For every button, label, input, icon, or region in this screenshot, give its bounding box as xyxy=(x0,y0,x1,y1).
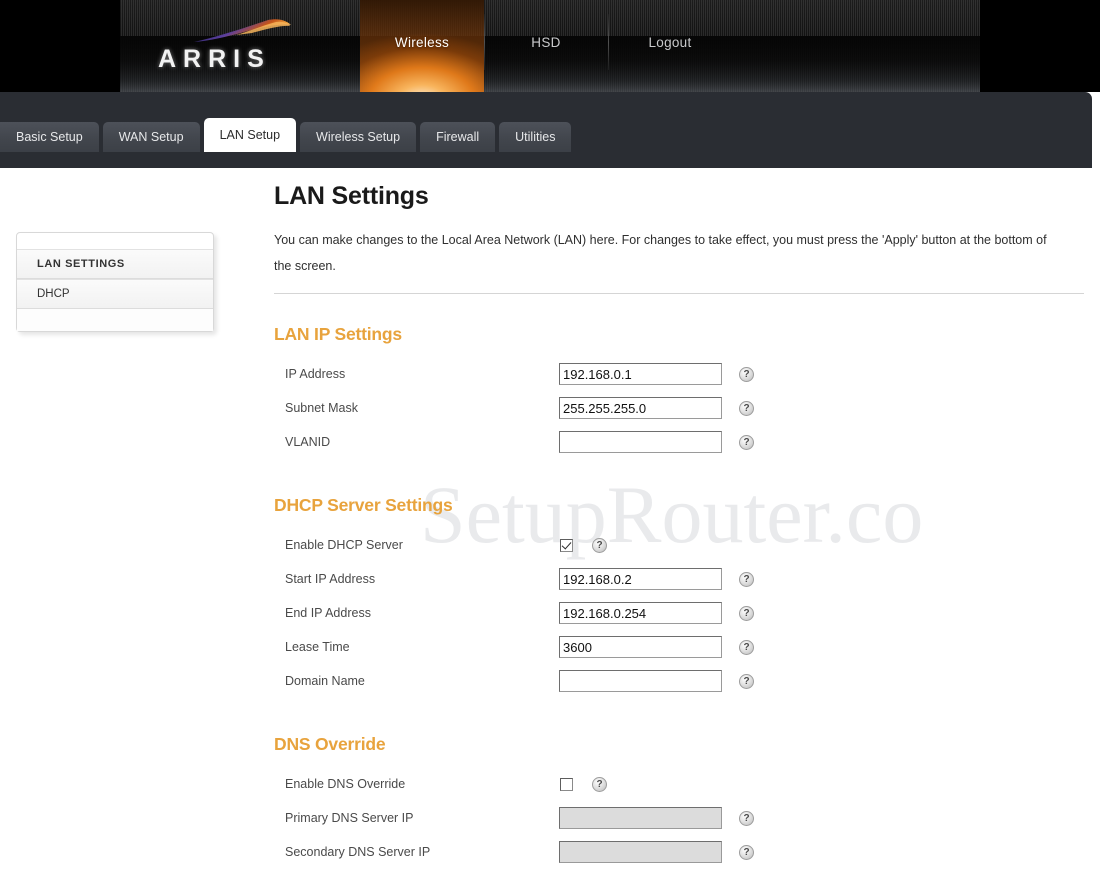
control-primary-dns-server-ip: ? xyxy=(559,807,754,829)
arris-swoosh-icon xyxy=(194,19,291,42)
tab-label-lan-setup: LAN Setup xyxy=(219,128,281,142)
topnav-item-hsd[interactable]: HSD xyxy=(484,0,608,92)
help-icon-ip-address[interactable]: ? xyxy=(739,366,754,382)
field-row-enable-dns-override: Enable DNS Override ? xyxy=(274,767,1086,801)
tab-label-utilities: Utilities xyxy=(515,130,556,144)
page-title: LAN Settings xyxy=(274,182,429,210)
label-lease-time: Lease Time xyxy=(285,640,350,654)
control-enable-dhcp-server: ? xyxy=(559,537,607,553)
tab-basic-setup[interactable]: Basic Setup xyxy=(0,122,99,152)
control-vlanid: ? xyxy=(559,431,754,453)
label-primary-dns-server-ip: Primary DNS Server IP xyxy=(285,811,414,825)
topnav-label-logout: Logout xyxy=(648,34,692,50)
control-subnet-mask: ? xyxy=(559,397,754,419)
input-secondary-dns-server-ip[interactable] xyxy=(559,841,722,863)
page-body: SetupRouter.co LAN SETTINGS DHCP LAN Set… xyxy=(0,168,1100,873)
label-subnet-mask: Subnet Mask xyxy=(285,401,358,415)
control-end-ip-address: ? xyxy=(559,602,754,624)
help-icon-enable-dns-override[interactable]: ? xyxy=(592,776,607,792)
sidebar-label-dhcp: DHCP xyxy=(37,288,70,300)
tab-list: Basic Setup WAN Setup LAN Setup Wireless… xyxy=(0,118,575,152)
page-description: You can make changes to the Local Area N… xyxy=(274,233,1047,273)
control-domain-name: ? xyxy=(559,670,754,692)
brand-header: ARRIS Wireless HSD Logout xyxy=(0,0,1100,92)
tab-label-basic-setup: Basic Setup xyxy=(16,130,83,144)
sidebar: LAN SETTINGS DHCP xyxy=(16,232,214,332)
tab-label-wan-setup: WAN Setup xyxy=(118,130,184,144)
input-lease-time[interactable] xyxy=(559,636,722,658)
control-ip-address: ? xyxy=(559,363,754,385)
arris-logo: ARRIS xyxy=(158,18,293,76)
tab-label-wireless-setup: Wireless Setup xyxy=(316,130,401,144)
checkbox-enable-dns-override[interactable] xyxy=(560,777,573,791)
help-icon-subnet-mask[interactable]: ? xyxy=(739,400,754,416)
input-subnet-mask[interactable] xyxy=(559,397,722,419)
topnav-item-wireless[interactable]: Wireless xyxy=(360,0,484,92)
label-enable-dns-override: Enable DNS Override xyxy=(285,777,406,791)
tab-bar: Basic Setup WAN Setup LAN Setup Wireless… xyxy=(0,92,1092,168)
input-ip-address[interactable] xyxy=(559,363,722,385)
control-start-ip-address: ? xyxy=(559,568,754,590)
field-row-enable-dhcp-server: Enable DHCP Server ? xyxy=(274,528,1086,562)
label-domain-name: Domain Name xyxy=(285,674,365,688)
help-icon-enable-dhcp-server[interactable]: ? xyxy=(592,537,607,553)
tab-wireless-setup[interactable]: Wireless Setup xyxy=(300,122,417,152)
divider xyxy=(274,293,1084,294)
help-icon-vlanid[interactable]: ? xyxy=(739,434,754,450)
tab-wan-setup[interactable]: WAN Setup xyxy=(102,122,200,152)
input-start-ip-address[interactable] xyxy=(559,568,722,590)
section-dns-override: DNS Override Enable DNS Override ? Prima… xyxy=(274,734,1086,869)
sidebar-item-dhcp[interactable]: DHCP xyxy=(17,279,213,309)
help-icon-primary-dns-server-ip[interactable]: ? xyxy=(739,810,754,826)
field-row-start-ip-address: Start IP Address ? xyxy=(274,562,1086,596)
help-icon-end-ip-address[interactable]: ? xyxy=(739,605,754,621)
tab-lan-setup[interactable]: LAN Setup xyxy=(203,118,297,152)
field-row-domain-name: Domain Name ? xyxy=(274,664,1086,698)
field-row-end-ip-address: End IP Address ? xyxy=(274,596,1086,630)
control-enable-dns-override: ? xyxy=(559,776,607,792)
section-title-dhcp-server-settings: DHCP Server Settings xyxy=(274,495,453,515)
label-enable-dhcp-server: Enable DHCP Server xyxy=(285,538,403,552)
topnav-item-logout[interactable]: Logout xyxy=(608,0,732,92)
input-vlanid[interactable] xyxy=(559,431,722,453)
field-row-subnet-mask: Subnet Mask ? xyxy=(274,391,1086,425)
help-icon-lease-time[interactable]: ? xyxy=(739,639,754,655)
checkbox-enable-dhcp-server[interactable] xyxy=(560,538,573,552)
field-row-ip-address: IP Address ? xyxy=(274,357,1086,391)
field-row-secondary-dns-server-ip: Secondary DNS Server IP ? xyxy=(274,835,1086,869)
section-title-lan-ip-settings: LAN IP Settings xyxy=(274,324,402,344)
help-icon-domain-name[interactable]: ? xyxy=(739,673,754,689)
field-row-primary-dns-server-ip: Primary DNS Server IP ? xyxy=(274,801,1086,835)
field-row-lease-time: Lease Time ? xyxy=(274,630,1086,664)
tab-label-firewall: Firewall xyxy=(436,130,480,144)
sidebar-top-spacer xyxy=(17,233,213,249)
topnav-label-wireless: Wireless xyxy=(394,34,450,50)
sidebar-bottom-spacer xyxy=(17,309,213,331)
input-primary-dns-server-ip[interactable] xyxy=(559,807,722,829)
sidebar-label-lan-settings: LAN SETTINGS xyxy=(37,258,125,270)
tab-utilities[interactable]: Utilities xyxy=(499,122,572,152)
label-end-ip-address: End IP Address xyxy=(285,606,371,620)
control-secondary-dns-server-ip: ? xyxy=(559,841,754,863)
label-secondary-dns-server-ip: Secondary DNS Server IP xyxy=(285,845,431,859)
field-row-vlanid: VLANID ? xyxy=(274,425,1086,459)
section-dhcp-server-settings: DHCP Server Settings Enable DHCP Server … xyxy=(274,495,1086,698)
main-content: LAN Settings You can make changes to the… xyxy=(274,182,1086,869)
arris-wordmark: ARRIS xyxy=(158,45,271,73)
input-end-ip-address[interactable] xyxy=(559,602,722,624)
section-lan-ip-settings: LAN IP Settings IP Address ? Subnet Mask… xyxy=(274,324,1086,459)
tab-firewall[interactable]: Firewall xyxy=(420,122,496,152)
section-title-dns-override: DNS Override xyxy=(274,734,386,754)
label-vlanid: VLANID xyxy=(285,435,331,449)
top-nav: Wireless HSD Logout xyxy=(360,0,732,92)
control-lease-time: ? xyxy=(559,636,754,658)
input-domain-name[interactable] xyxy=(559,670,722,692)
help-icon-start-ip-address[interactable]: ? xyxy=(739,571,754,587)
label-ip-address: IP Address xyxy=(285,367,346,381)
sidebar-item-lan-settings[interactable]: LAN SETTINGS xyxy=(17,249,213,279)
help-icon-secondary-dns-server-ip[interactable]: ? xyxy=(739,844,754,860)
label-start-ip-address: Start IP Address xyxy=(285,572,376,586)
topnav-label-hsd: HSD xyxy=(531,34,561,50)
